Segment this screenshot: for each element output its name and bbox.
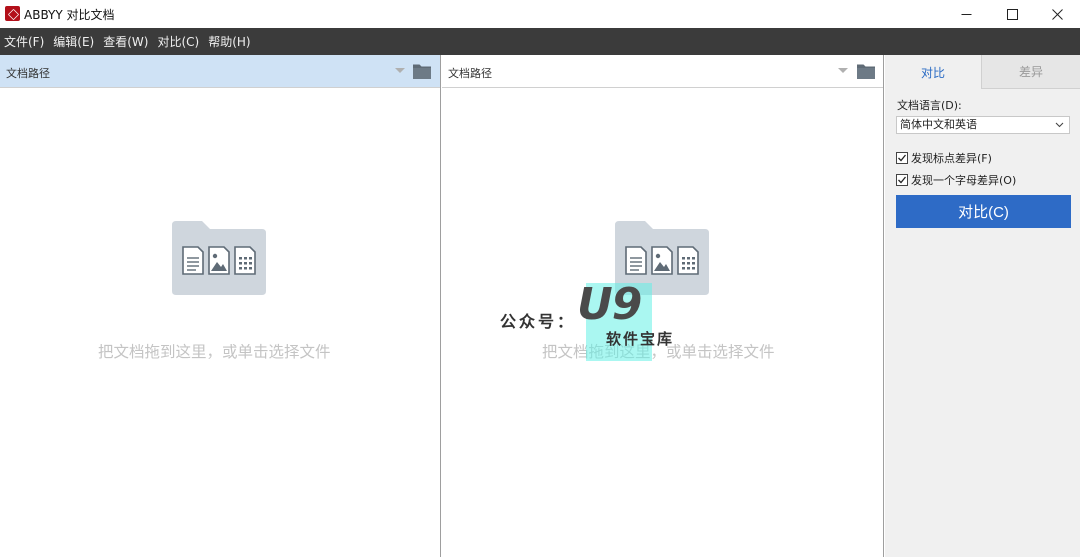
menu-file[interactable]: 文件(F) [4, 33, 44, 50]
abbyy-logo-icon [5, 6, 20, 21]
menu-edit[interactable]: 编辑(E) [53, 33, 94, 50]
maximize-button[interactable] [989, 0, 1035, 28]
punctuation-option[interactable]: 发现标点差异(F) [896, 150, 992, 166]
chevron-down-icon [1055, 122, 1064, 128]
language-select-value: 简体中文和英语 [900, 118, 977, 131]
left-path-input[interactable]: 文档路径 [6, 65, 50, 81]
tab-compare[interactable]: 对比 [885, 55, 982, 89]
watermark-prefix: 公众号： [500, 312, 577, 331]
language-label: 文档语言(D): [897, 99, 962, 112]
left-path-dropdown-icon[interactable] [395, 68, 405, 73]
single-letter-option-label: 发现一个字母差异(O) [911, 174, 1017, 187]
panel-tabs: 对比 差异 [885, 55, 1080, 89]
maximize-icon [1006, 8, 1018, 20]
checkmark-icon [898, 154, 907, 162]
checkmark-icon [898, 176, 907, 184]
tab-differences[interactable]: 差异 [982, 55, 1080, 89]
watermark-logo: U9 [577, 279, 642, 330]
watermark: 公众号： U9 软件宝库 [500, 279, 700, 363]
settings-panel: 对比 差异 文档语言(D): 简体中文和英语 发现标点差异(F) 发现一个字母差… [885, 55, 1080, 557]
menu-bar: 文件(F) 编辑(E) 查看(W) 对比(C) 帮助(H) [0, 28, 1080, 55]
single-letter-option[interactable]: 发现一个字母差异(O) [896, 172, 1016, 188]
left-path-bar: 文档路径 [0, 55, 440, 88]
right-path-input[interactable]: 文档路径 [448, 65, 492, 81]
minimize-icon [961, 13, 971, 15]
minimize-button[interactable] [943, 0, 989, 28]
single-letter-checkbox[interactable] [896, 174, 908, 186]
left-drop-hint: 把文档拖到这里，或单击选择文件 [98, 343, 331, 361]
folder-icon[interactable] [413, 63, 431, 79]
punctuation-option-label: 发现标点差异(F) [911, 152, 992, 165]
folder-icon[interactable] [857, 63, 875, 79]
menu-compare[interactable]: 对比(C) [157, 33, 199, 50]
compare-button[interactable]: 对比(C) [896, 195, 1071, 228]
right-path-dropdown-icon[interactable] [838, 68, 848, 73]
close-icon [1051, 8, 1063, 20]
close-button[interactable] [1034, 0, 1080, 28]
language-select[interactable]: 简体中文和英语 [896, 116, 1070, 134]
window-title: ABBYY 对比文档 [24, 8, 115, 22]
menu-help[interactable]: 帮助(H) [208, 33, 250, 50]
menu-view[interactable]: 查看(W) [103, 33, 148, 50]
title-bar: ABBYY 对比文档 [0, 0, 1080, 28]
right-path-bar: 文档路径 [442, 55, 883, 88]
left-document-pane[interactable]: 文档路径 把文档拖到这里，或单击选择文件 [0, 55, 441, 557]
punctuation-checkbox[interactable] [896, 152, 908, 164]
watermark-subtitle: 软件宝库 [606, 330, 675, 348]
documents-folder-icon[interactable] [172, 217, 266, 295]
